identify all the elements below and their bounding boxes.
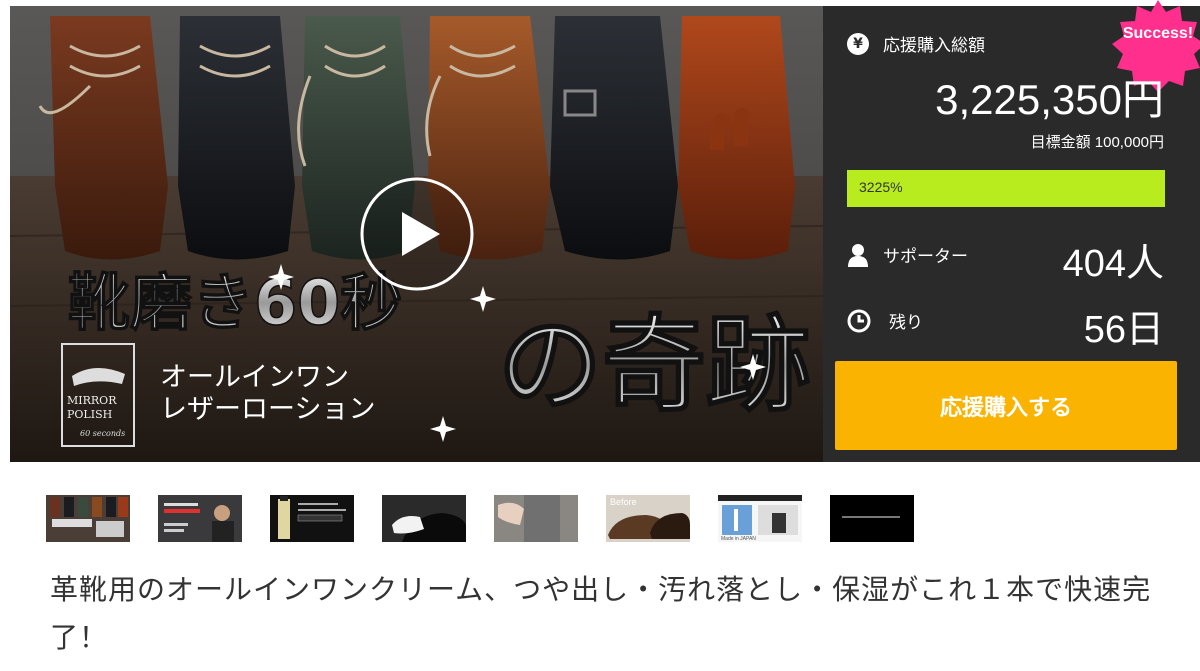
- thumb-hand[interactable]: [494, 495, 578, 542]
- total-label: 応援購入総額: [883, 36, 985, 56]
- play-icon[interactable]: [360, 177, 474, 291]
- thumb-made-in-japan: Made in JAPAN: [721, 536, 756, 542]
- supporters-label: サポーター: [883, 247, 968, 267]
- remaining-value: 56日: [1083, 309, 1164, 351]
- supporters-row: サポーター: [847, 242, 968, 267]
- thumb-black[interactable]: [830, 495, 914, 542]
- thumbnail-strip: Before Made in JAPAN: [46, 495, 914, 542]
- hero-image: 靴磨き60秒 の奇跡 オールインワン レザーローション MIRROR POLIS…: [10, 6, 823, 462]
- goal-amount: 目標金額 100,000円: [1030, 134, 1164, 151]
- funding-panel: ¥ 応援購入総額 Success! 3,225,350円 目標金額 100,00…: [823, 0, 1200, 462]
- yen-icon: ¥: [847, 32, 869, 55]
- hero-title-line2: の奇跡: [498, 304, 810, 426]
- total-amount: 3,225,350円: [935, 76, 1164, 123]
- hero-subtitle-line1: オールインワン: [160, 362, 349, 393]
- badge-text: Success!: [1123, 25, 1193, 42]
- thumb-factory[interactable]: Made in JAPAN: [718, 495, 802, 542]
- person-icon: [848, 243, 868, 267]
- svg-text:MIRROR: MIRROR: [67, 394, 117, 407]
- hero-subtitle-line2: レザーローション: [160, 394, 375, 425]
- svg-text:60 seconds: 60 seconds: [80, 429, 125, 438]
- hero-title-line1: 靴磨き60秒: [68, 266, 402, 339]
- thumb-cloth-shoe[interactable]: [382, 495, 466, 542]
- thumb-before-label: Before: [610, 497, 637, 507]
- svg-text:POLISH: POLISH: [67, 408, 112, 421]
- thumb-man-red-text[interactable]: [158, 495, 242, 542]
- remaining-label: 残り: [889, 313, 923, 333]
- progress-text: 3225%: [859, 179, 903, 195]
- thumb-hero[interactable]: [46, 495, 130, 542]
- project-description: 革靴用のオールインワンクリーム、つや出し・汚れ落とし・保湿がこれ１本で快速完了！: [50, 573, 1152, 654]
- hero-video[interactable]: 靴磨き60秒 の奇跡 オールインワン レザーローション MIRROR POLIS…: [10, 6, 823, 462]
- clock-icon: [847, 309, 871, 332]
- total-label-row: ¥ 応援購入総額: [847, 31, 985, 56]
- supporters-value: 404人: [1062, 243, 1164, 285]
- thumb-before[interactable]: Before: [606, 495, 690, 542]
- support-purchase-button[interactable]: 応援購入する: [835, 361, 1177, 450]
- progress-bar: 3225%: [847, 170, 1165, 207]
- remaining-row: 残り: [847, 308, 923, 333]
- thumb-bottle[interactable]: [270, 495, 354, 542]
